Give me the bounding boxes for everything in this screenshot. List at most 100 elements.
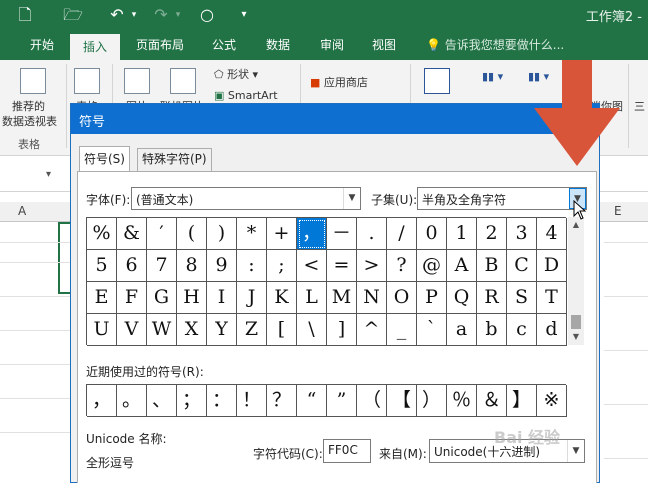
symbol-cell[interactable]: .: [357, 218, 387, 250]
symbol-cell[interactable]: 4: [537, 218, 567, 250]
symbol-cell[interactable]: K: [267, 282, 297, 314]
table-icon[interactable]: [74, 68, 100, 94]
recent-symbol-cell[interactable]: ；: [177, 385, 207, 417]
undo-dropdown-icon[interactable]: ▾: [128, 4, 140, 26]
symbol-cell[interactable]: \: [297, 314, 327, 346]
symbol-cell[interactable]: ′: [147, 218, 177, 250]
symbol-cell[interactable]: P: [417, 282, 447, 314]
symbol-cell[interactable]: L: [297, 282, 327, 314]
symbol-cell[interactable]: M: [327, 282, 357, 314]
symbol-cell[interactable]: H: [177, 282, 207, 314]
column-a-header[interactable]: A: [18, 204, 26, 218]
symbol-cell[interactable]: &: [117, 218, 147, 250]
symbol-grid-scrollbar[interactable]: ▲ ▼: [568, 217, 584, 345]
recent-symbol-cell[interactable]: （: [357, 385, 387, 417]
symbol-cell[interactable]: 5: [87, 250, 117, 282]
tab-formulas[interactable]: 公式: [202, 30, 246, 60]
symbol-cell[interactable]: G: [147, 282, 177, 314]
char-code-input[interactable]: FF0C: [323, 439, 371, 463]
symbol-cell[interactable]: <: [297, 250, 327, 282]
recent-symbol-cell[interactable]: ！: [237, 385, 267, 417]
symbol-cell[interactable]: d: [537, 314, 567, 346]
recommended-charts-icon[interactable]: [424, 68, 450, 94]
symbol-cell[interactable]: ，: [297, 218, 327, 250]
name-box-dropdown-icon[interactable]: ▾: [46, 169, 51, 180]
symbol-cell[interactable]: 0: [417, 218, 447, 250]
symbol-cell[interactable]: 6: [117, 250, 147, 282]
tab-symbols[interactable]: 符号(S): [79, 146, 130, 172]
font-select[interactable]: (普通文本) ▼: [131, 187, 361, 210]
recent-symbol-cell[interactable]: ）: [417, 385, 447, 417]
symbol-cell[interactable]: _: [387, 314, 417, 346]
symbol-cell[interactable]: －: [327, 218, 357, 250]
symbol-cell[interactable]: ): [207, 218, 237, 250]
symbol-cell[interactable]: O: [387, 282, 417, 314]
recent-symbol-cell[interactable]: 】: [507, 385, 537, 417]
recent-symbol-cell[interactable]: ，: [87, 385, 117, 417]
tab-insert[interactable]: 插入: [70, 34, 120, 60]
symbol-cell[interactable]: E: [87, 282, 117, 314]
tab-review[interactable]: 审阅: [310, 30, 354, 60]
symbol-cell[interactable]: S: [507, 282, 537, 314]
symbol-cell[interactable]: (: [177, 218, 207, 250]
chevron-down-icon[interactable]: ▼: [343, 188, 360, 209]
symbol-cell[interactable]: :: [237, 250, 267, 282]
symbol-cell[interactable]: W: [147, 314, 177, 346]
smartart-button[interactable]: ▣ SmartArt: [214, 89, 278, 102]
tab-home[interactable]: 开始: [22, 30, 62, 60]
recent-symbol-cell[interactable]: ％: [447, 385, 477, 417]
symbol-cell[interactable]: F: [117, 282, 147, 314]
symbol-cell[interactable]: `: [417, 314, 447, 346]
shapes-button[interactable]: ⬠ 形状 ▾: [214, 66, 258, 82]
undo-icon[interactable]: ↶: [106, 4, 128, 26]
symbol-cell[interactable]: c: [507, 314, 537, 346]
symbol-cell[interactable]: J: [237, 282, 267, 314]
tab-special-characters[interactable]: 特殊字符(P): [137, 148, 212, 171]
symbol-cell[interactable]: 9: [207, 250, 237, 282]
store-button[interactable]: ■ 应用商店: [310, 74, 368, 90]
symbol-cell[interactable]: b: [477, 314, 507, 346]
symbol-cell[interactable]: 7: [147, 250, 177, 282]
new-file-icon[interactable]: 🗋: [14, 4, 36, 26]
pivot-table-icon[interactable]: [20, 68, 46, 94]
symbol-cell[interactable]: I: [207, 282, 237, 314]
recent-symbol-cell[interactable]: ＆: [477, 385, 507, 417]
redo-dropdown-icon[interactable]: ▾: [172, 4, 184, 26]
scroll-down-icon[interactable]: ▼: [568, 329, 584, 345]
symbol-cell[interactable]: T: [537, 282, 567, 314]
tab-page-layout[interactable]: 页面布局: [128, 30, 192, 60]
tab-data[interactable]: 数据: [256, 30, 300, 60]
symbol-cell[interactable]: *: [237, 218, 267, 250]
open-folder-icon[interactable]: 🗁: [62, 4, 84, 26]
symbol-cell[interactable]: >: [357, 250, 387, 282]
picture-icon[interactable]: [124, 68, 150, 94]
subset-select[interactable]: 半角及全角字符 ▼: [417, 187, 587, 210]
symbol-cell[interactable]: /: [387, 218, 417, 250]
recent-symbol-cell[interactable]: 、: [147, 385, 177, 417]
symbol-cell[interactable]: A: [447, 250, 477, 282]
symbol-cell[interactable]: 3: [507, 218, 537, 250]
recent-symbol-cell[interactable]: 。: [117, 385, 147, 417]
symbol-cell[interactable]: ^: [357, 314, 387, 346]
symbol-cell[interactable]: 1: [447, 218, 477, 250]
tell-me-box[interactable]: 💡 告诉我您想要做什么...: [426, 30, 564, 60]
symbol-cell[interactable]: R: [477, 282, 507, 314]
symbol-cell[interactable]: [: [267, 314, 297, 346]
symbol-grid[interactable]: % & ′() * +，－./0 1 2 3 4 5 6 7 8 9:; < = >? @ A B C D E F G H I J K L…: [86, 217, 567, 346]
symbol-cell[interactable]: @: [417, 250, 447, 282]
bar-chart-icon[interactable]: ▮▮ ▾: [482, 70, 503, 83]
symbol-cell[interactable]: ?: [387, 250, 417, 282]
recent-symbol-cell[interactable]: ：: [207, 385, 237, 417]
symbol-cell[interactable]: C: [507, 250, 537, 282]
symbol-cell[interactable]: V: [117, 314, 147, 346]
symbol-cell[interactable]: ]: [327, 314, 357, 346]
recent-symbols-grid[interactable]: ，。、；：！？ “” （【）％＆】 ※: [86, 384, 567, 417]
recent-symbol-cell[interactable]: ”: [327, 385, 357, 417]
symbol-cell[interactable]: Q: [447, 282, 477, 314]
symbol-cell[interactable]: D: [537, 250, 567, 282]
scroll-thumb[interactable]: [571, 315, 581, 329]
circle-icon[interactable]: ○: [196, 4, 218, 26]
chevron-down-icon[interactable]: ▼: [567, 440, 584, 462]
symbol-cell[interactable]: U: [87, 314, 117, 346]
symbol-cell[interactable]: 2: [477, 218, 507, 250]
